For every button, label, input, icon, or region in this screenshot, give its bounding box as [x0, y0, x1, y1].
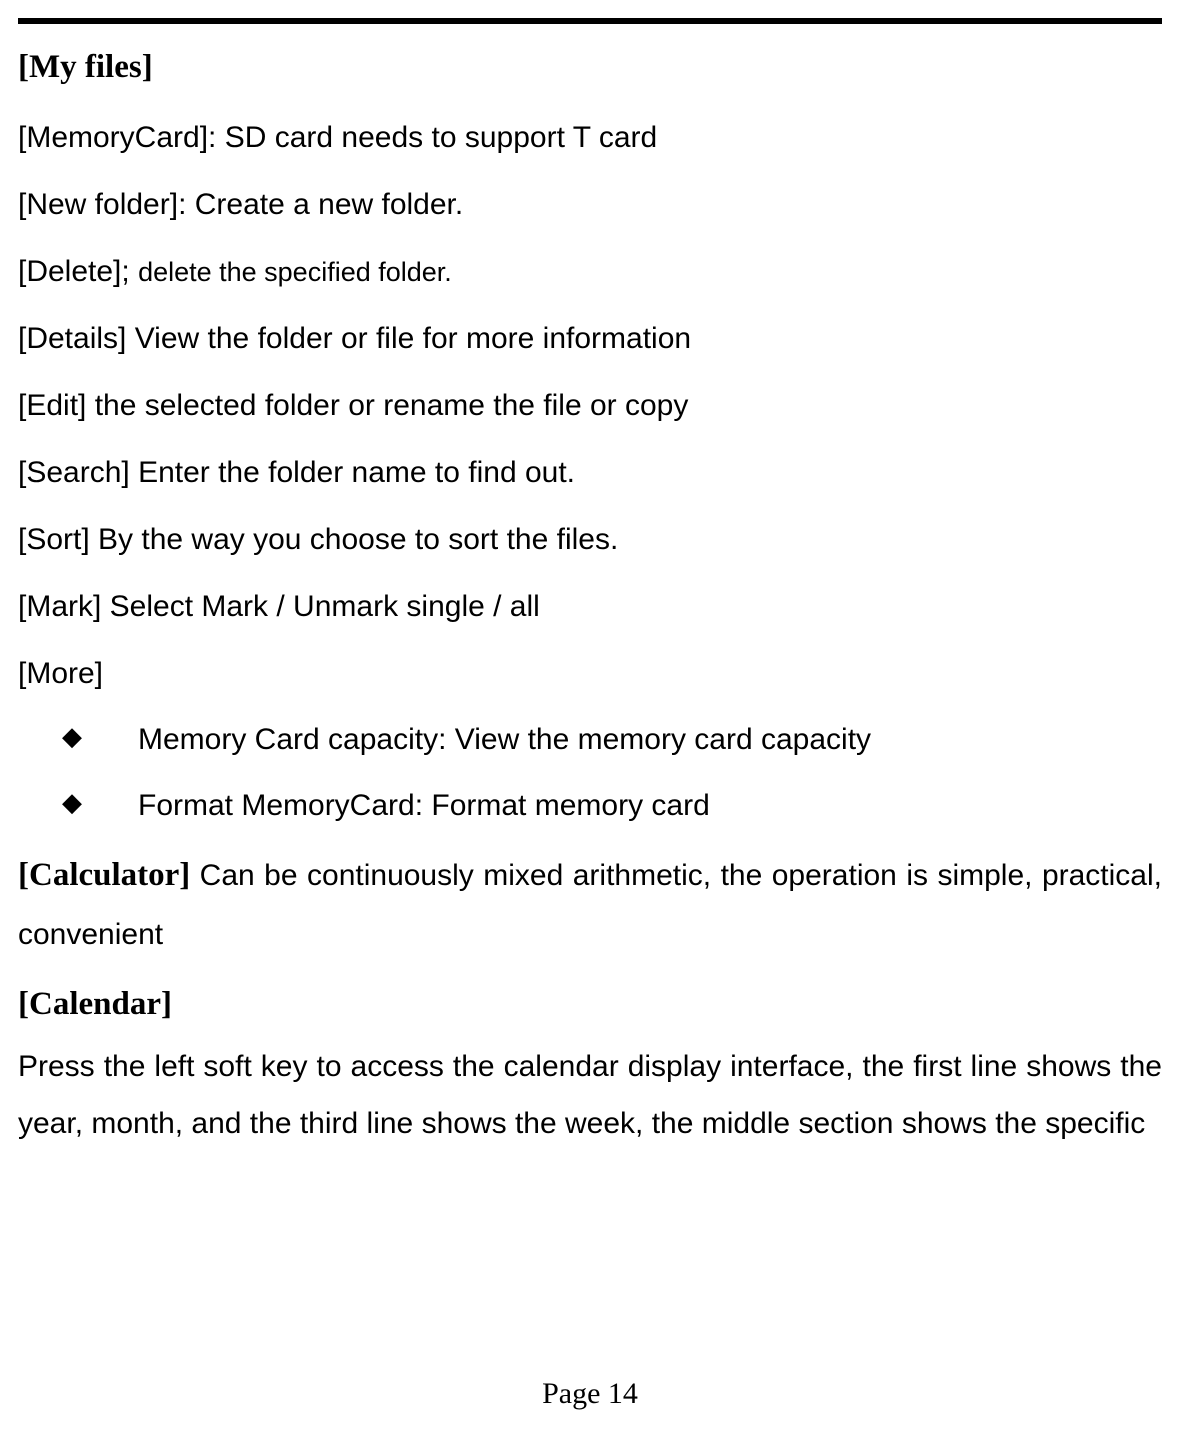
- item-memorycard: [MemoryCard]: SD card needs to support T…: [18, 109, 1162, 166]
- label-mark: [Mark]: [18, 590, 110, 623]
- label-more: [More]: [18, 657, 103, 690]
- label-delete: [Delete];: [18, 255, 138, 288]
- item-edit: [Edit] the selected folder or rename the…: [18, 377, 1162, 434]
- item-sort: [Sort] By the way you choose to sort the…: [18, 511, 1162, 568]
- heading-my-files: [My files]: [18, 36, 1162, 99]
- label-edit: [Edit]: [18, 389, 95, 422]
- desc-search: Enter the folder name to find out.: [138, 456, 575, 489]
- desc-delete: delete the specified folder.: [138, 257, 452, 287]
- section-calculator: [Calculator] Can be continuously mixed a…: [18, 844, 1162, 964]
- body-calendar: Press the left soft key to access the ca…: [18, 1038, 1162, 1152]
- desc-newfolder: Create a new folder.: [195, 188, 464, 221]
- item-mark: [Mark] Select Mark / Unmark single / all: [18, 578, 1162, 635]
- item-more: [More]: [18, 645, 1162, 702]
- label-details: [Details]: [18, 322, 135, 355]
- bullet-item-memory-capacity: ◆ Memory Card capacity: View the memory …: [18, 710, 1162, 770]
- label-newfolder: [New folder]:: [18, 188, 195, 221]
- heading-calculator: [Calculator]: [18, 857, 200, 893]
- desc-details: View the folder or file for more informa…: [135, 322, 691, 355]
- item-delete: [Delete]; delete the specified folder.: [18, 243, 1162, 300]
- more-bullet-list: ◆ Memory Card capacity: View the memory …: [18, 710, 1162, 836]
- diamond-bullet-icon: ◆: [18, 776, 138, 827]
- bullet-text-memory-capacity: Memory Card capacity: View the memory ca…: [138, 710, 1162, 770]
- bullet-item-format: ◆ Format MemoryCard: Format memory card: [18, 776, 1162, 836]
- desc-memorycard: SD card needs to support T card: [225, 121, 657, 154]
- desc-edit: the selected folder or rename the file o…: [95, 389, 689, 422]
- item-details: [Details] View the folder or file for mo…: [18, 310, 1162, 367]
- bullet-text-format: Format MemoryCard: Format memory card: [138, 776, 1162, 836]
- item-newfolder: [New folder]: Create a new folder.: [18, 176, 1162, 233]
- desc-sort: By the way you choose to sort the files.: [98, 523, 618, 556]
- desc-mark: Select Mark / Unmark single / all: [110, 590, 540, 623]
- page-number: Page 14: [0, 1377, 1180, 1411]
- item-search: [Search] Enter the folder name to find o…: [18, 444, 1162, 501]
- diamond-bullet-icon: ◆: [18, 710, 138, 761]
- page-content: [My files] [MemoryCard]: SD card needs t…: [18, 36, 1162, 1152]
- top-double-rule: [18, 18, 1162, 24]
- heading-calendar: [Calendar]: [18, 973, 1162, 1036]
- label-search: [Search]: [18, 456, 138, 489]
- label-sort: [Sort]: [18, 523, 98, 556]
- label-memorycard: [MemoryCard]:: [18, 121, 225, 154]
